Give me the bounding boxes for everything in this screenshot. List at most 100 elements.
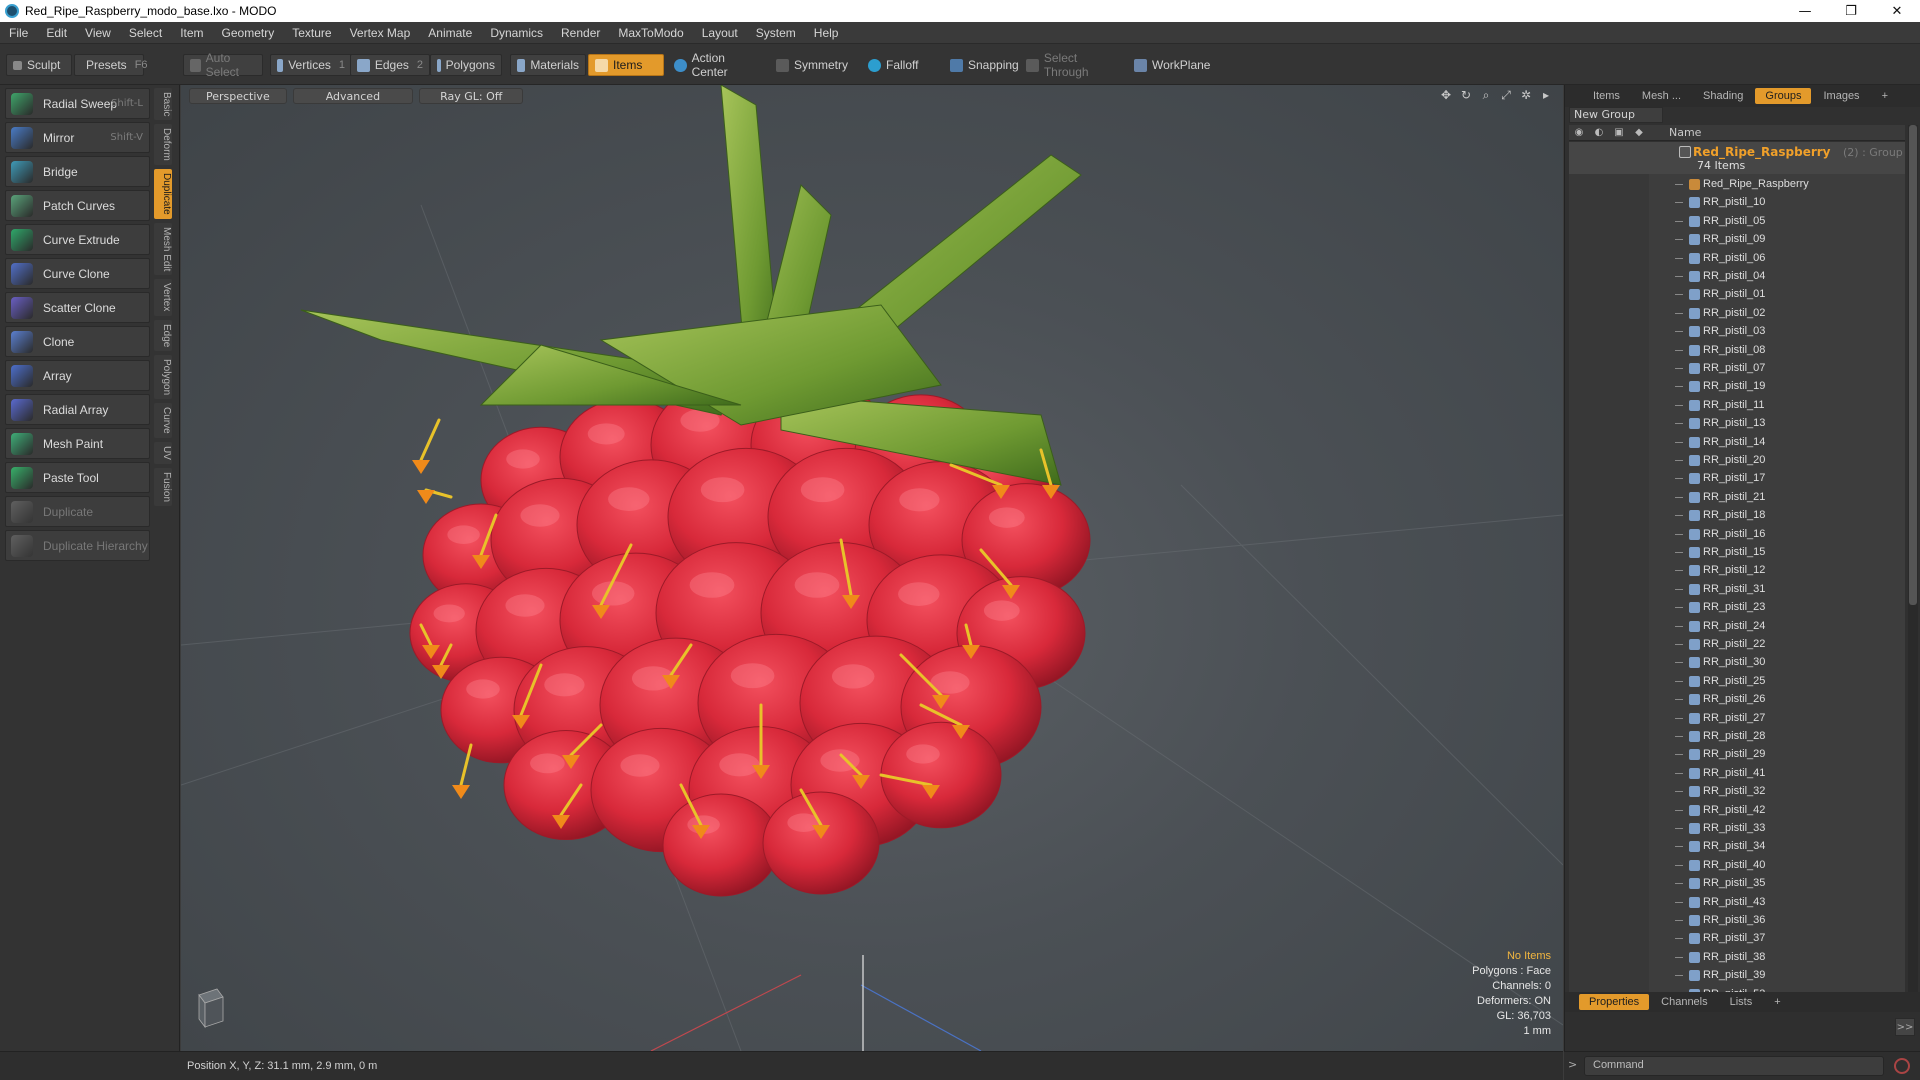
panel-tab-shading[interactable]: Shading	[1693, 88, 1753, 104]
minimize-button[interactable]: —	[1782, 0, 1828, 22]
properties-tab-lists[interactable]: Lists	[1720, 994, 1763, 1010]
panel-tab-items[interactable]: Items	[1583, 88, 1630, 104]
polygons-button[interactable]: Polygons	[430, 54, 502, 76]
tool-curve-clone[interactable]: Curve Clone	[5, 258, 150, 289]
tab-duplicate[interactable]: Duplicate	[154, 169, 172, 219]
panel-tab-groups[interactable]: Groups	[1755, 88, 1812, 104]
action-center-button[interactable]: Action Center	[668, 51, 768, 79]
group-item-row[interactable]: RR_pistil_39	[1569, 967, 1905, 985]
menu-item-edit[interactable]: Edit	[37, 26, 76, 40]
group-item-row[interactable]: RR_pistil_35	[1569, 875, 1905, 893]
menu-item-vertex-map[interactable]: Vertex Map	[341, 26, 420, 40]
group-row[interactable]: Red_Ripe_Raspberry (2) : Group 74 Items	[1569, 142, 1905, 174]
select-header-icon[interactable]: ◆	[1629, 125, 1649, 141]
panel-tab-images[interactable]: Images	[1813, 88, 1869, 104]
group-item-row[interactable]: RR_pistil_29	[1569, 746, 1905, 764]
menu-item-file[interactable]: File	[0, 26, 37, 40]
render-header-icon[interactable]: ◐	[1589, 125, 1609, 141]
menu-item-animate[interactable]: Animate	[419, 26, 481, 40]
list-scrollbar[interactable]	[1908, 125, 1918, 994]
group-item-row[interactable]: RR_pistil_41	[1569, 765, 1905, 783]
group-item-row[interactable]: RR_pistil_01	[1569, 286, 1905, 304]
tab-vertex[interactable]: Vertex	[154, 279, 172, 316]
auto-select-button[interactable]: Auto Select	[183, 51, 263, 79]
group-item-row[interactable]: RR_pistil_15	[1569, 544, 1905, 562]
lock-header-icon[interactable]: ▣	[1609, 125, 1629, 141]
materials-button[interactable]: Materials	[510, 54, 586, 76]
group-item-row[interactable]: RR_pistil_14	[1569, 434, 1905, 452]
scrollbar-thumb[interactable]	[1909, 125, 1917, 605]
menu-item-view[interactable]: View	[76, 26, 120, 40]
group-item-row[interactable]: RR_pistil_24	[1569, 618, 1905, 636]
visibility-header-icon[interactable]: ◉	[1569, 125, 1589, 141]
expand-arrow-icon[interactable]: ▸	[1539, 88, 1553, 102]
properties-tab-properties[interactable]: Properties	[1579, 994, 1650, 1010]
panel-tab-add[interactable]: +	[1872, 88, 1898, 104]
group-item-row[interactable]: RR_pistil_26	[1569, 691, 1905, 709]
group-item-row[interactable]: RR_pistil_12	[1569, 562, 1905, 580]
fit-icon[interactable]: ⤢	[1499, 88, 1513, 102]
group-item-row[interactable]: RR_pistil_37	[1569, 930, 1905, 948]
tool-patch-curves[interactable]: Patch Curves	[5, 190, 150, 221]
tab-fusion[interactable]: Fusion	[154, 467, 172, 506]
tool-mirror[interactable]: Mirror Shift-V	[5, 122, 150, 153]
group-item-row[interactable]: RR_pistil_42	[1569, 802, 1905, 820]
group-item-row[interactable]: RR_pistil_04	[1569, 268, 1905, 286]
group-item-row[interactable]: RR_pistil_23	[1569, 599, 1905, 617]
tool-bridge[interactable]: Bridge	[5, 156, 150, 187]
group-item-row[interactable]: RR_pistil_11	[1569, 397, 1905, 415]
tool-curve-extrude[interactable]: Curve Extrude	[5, 224, 150, 255]
tool-array[interactable]: Array	[5, 360, 150, 391]
group-item-row[interactable]: RR_pistil_25	[1569, 673, 1905, 691]
group-item-row[interactable]: RR_pistil_08	[1569, 342, 1905, 360]
raygl-dropdown[interactable]: Ray GL: Off	[419, 88, 524, 104]
record-macro-icon[interactable]	[1894, 1058, 1910, 1074]
group-item-row[interactable]: RR_pistil_27	[1569, 710, 1905, 728]
group-item-row[interactable]: RR_pistil_02	[1569, 305, 1905, 323]
panel-tab-mesh[interactable]: Mesh ...	[1632, 88, 1691, 104]
menu-item-dynamics[interactable]: Dynamics	[481, 26, 552, 40]
group-item-row[interactable]: RR_pistil_19	[1569, 378, 1905, 396]
group-item-row[interactable]: RR_pistil_10	[1569, 194, 1905, 212]
expand-properties-button[interactable]: >>	[1895, 1018, 1915, 1036]
menu-item-maxtomodo[interactable]: MaxToModo	[609, 26, 692, 40]
tool-clone[interactable]: Clone	[5, 326, 150, 357]
raspberry-model-render[interactable]	[181, 85, 1563, 1051]
items-button[interactable]: Items	[588, 54, 664, 76]
menu-item-geometry[interactable]: Geometry	[213, 26, 284, 40]
falloff-button[interactable]: Falloff	[862, 54, 942, 76]
tab-mesh-edit[interactable]: Mesh Edit	[154, 222, 172, 276]
view-mode-dropdown[interactable]: Perspective	[189, 88, 287, 104]
tool-radial-array[interactable]: Radial Array	[5, 394, 150, 425]
menu-item-help[interactable]: Help	[805, 26, 848, 40]
properties-tab-add[interactable]: +	[1764, 994, 1790, 1010]
tool-radial-sweep[interactable]: Radial Sweep Shift-L	[5, 88, 150, 119]
group-item-row[interactable]: RR_pistil_05	[1569, 213, 1905, 231]
menu-item-item[interactable]: Item	[171, 26, 212, 40]
tab-edge[interactable]: Edge	[154, 319, 172, 352]
group-item-row[interactable]: RR_pistil_43	[1569, 894, 1905, 912]
new-group-button[interactable]: New Group	[1569, 107, 1663, 123]
zoom-icon[interactable]: ⌕	[1479, 88, 1493, 102]
group-item-row[interactable]: RR_pistil_17	[1569, 470, 1905, 488]
group-item-row[interactable]: Red_Ripe_Raspberry	[1569, 176, 1905, 194]
tab-uv[interactable]: UV	[154, 441, 172, 464]
menu-item-layout[interactable]: Layout	[693, 26, 747, 40]
presets-button[interactable]: Presets F6	[74, 54, 148, 76]
group-item-row[interactable]: RR_pistil_07	[1569, 360, 1905, 378]
tab-deform[interactable]: Deform	[154, 124, 172, 166]
group-item-row[interactable]: RR_pistil_03	[1569, 323, 1905, 341]
command-input[interactable]: Command	[1584, 1056, 1884, 1076]
group-item-row[interactable]: RR_pistil_20	[1569, 452, 1905, 470]
group-item-row[interactable]: RR_pistil_40	[1569, 857, 1905, 875]
rotate-icon[interactable]: ↻	[1459, 88, 1473, 102]
tool-duplicate[interactable]: Duplicate	[5, 496, 150, 527]
symmetry-button[interactable]: Symmetry	[770, 54, 860, 76]
tab-polygon[interactable]: Polygon	[154, 355, 172, 400]
menu-item-texture[interactable]: Texture	[283, 26, 340, 40]
group-item-row[interactable]: RR_pistil_28	[1569, 728, 1905, 746]
menu-item-render[interactable]: Render	[552, 26, 609, 40]
3d-viewport[interactable]: Perspective Advanced Ray GL: Off ✥ ↻ ⌕ ⤢…	[181, 85, 1563, 1051]
settings-icon[interactable]: ✲	[1519, 88, 1533, 102]
group-item-row[interactable]: RR_pistil_32	[1569, 783, 1905, 801]
